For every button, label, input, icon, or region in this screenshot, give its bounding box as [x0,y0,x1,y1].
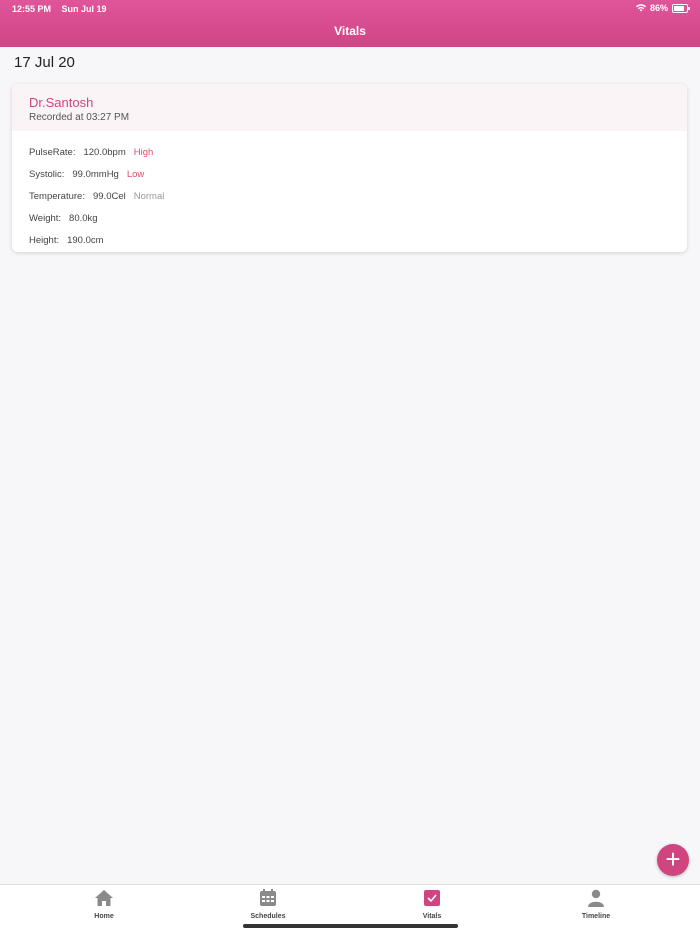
wifi-icon [635,4,646,12]
tab-label: Vitals [422,913,442,920]
add-vital-button[interactable]: + [657,844,689,876]
battery-icon [672,3,690,13]
tab-label: Schedules [250,913,286,920]
card-header: Dr.Santosh Recorded at 03:27 PM [12,84,687,131]
calendar-icon [260,889,276,906]
vital-label: Height: [29,234,60,246]
vital-label: Temperature: [29,190,85,202]
tab-vitals[interactable]: Vitals [392,889,472,920]
vital-value: 80.0kg [69,212,98,224]
vital-value: 99.0mmHg [72,168,119,180]
status-bar-left: 12:55 PM Sun Jul 19 [12,4,115,14]
vital-value: 120.0bpm [83,146,126,158]
page-title: Vitals [334,24,366,38]
vital-row-weight: Weight: 80.0kg [29,207,670,229]
vital-label: Weight: [29,212,62,224]
vital-row-systolic: Systolic: 99.0mmHg Low [29,163,670,185]
vitals-card[interactable]: Dr.Santosh Recorded at 03:27 PM PulseRat… [12,84,687,252]
battery-percent: 86% [649,3,668,13]
tab-label: Timeline [581,913,611,920]
vital-row-pulse: PulseRate: 120.0bpm High [29,141,670,163]
vital-label: Systolic: [29,168,65,180]
tab-home[interactable]: Home [64,889,144,920]
vital-value: 99.0Cel [92,190,126,202]
recorded-time: Recorded at 03:27 PM [29,112,130,123]
tab-label: Home [94,913,114,920]
vital-label: PulseRate: [29,146,76,158]
vital-status: High [133,146,154,158]
plus-icon: + [665,844,681,874]
vital-row-height: Height: 190.0cm [29,229,670,251]
vital-status: Normal [133,190,165,202]
person-icon [588,889,604,907]
checkbox-icon [424,890,440,906]
doctor-name: Dr.Santosh [29,95,94,110]
app-header: 12:55 PM Sun Jul 19 86% Vitals [0,0,700,47]
status-date: Sun Jul 19 [61,4,107,14]
vital-value: 190.0cm [67,234,104,246]
home-icon [95,890,113,906]
home-indicator [243,924,458,928]
status-time: 12:55 PM [12,4,52,14]
date-heading: 17 Jul 20 [14,54,75,71]
vitals-list: PulseRate: 120.0bpm High Systolic: 99.0m… [12,131,687,251]
tab-schedules[interactable]: Schedules [228,889,308,920]
tab-timeline[interactable]: Timeline [556,889,636,920]
vital-row-temperature: Temperature: 99.0Cel Normal [29,185,670,207]
status-bar-right: 86% [635,3,690,13]
vital-status: Low [126,168,145,180]
